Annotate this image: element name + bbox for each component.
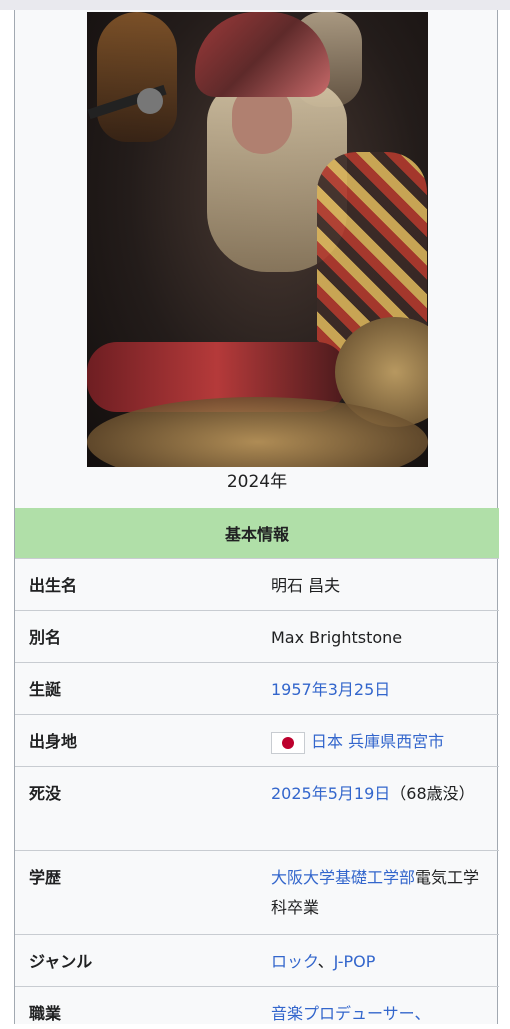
row-label: 生誕 bbox=[29, 680, 62, 699]
infobox: 2024年 基本情報 出生名 明石 昌夫 別名 Max Brightstone … bbox=[14, 10, 499, 1026]
occupation-link[interactable]: 音楽プロデューサー、 bbox=[271, 1004, 431, 1023]
genre-jpop-link[interactable]: J-POP bbox=[334, 952, 376, 971]
birth-date-link[interactable]: 1957年3月25日 bbox=[271, 675, 481, 705]
age-text: （68歳没） bbox=[390, 784, 475, 803]
row-value: 日本 兵庫県西宮市 bbox=[271, 727, 481, 757]
genre-rock-link[interactable]: ロック bbox=[271, 952, 318, 971]
japan-flag-icon bbox=[271, 731, 305, 754]
row-label: 死没 bbox=[29, 784, 62, 803]
row-value: 明石 昌夫 bbox=[271, 576, 341, 595]
row-died: 死没 2025年5月19日（68歳没） bbox=[15, 766, 499, 850]
row-genre: ジャンル ロック、J-POP bbox=[15, 934, 499, 986]
genre-separator: 、 bbox=[317, 952, 334, 971]
row-birth-name: 出生名 明石 昌夫 bbox=[15, 558, 499, 610]
photo-caption: 2024年 bbox=[226, 472, 288, 492]
row-label: 出生名 bbox=[29, 576, 78, 595]
place-link[interactable]: 兵庫県西宮市 bbox=[348, 732, 444, 751]
row-label: 学歴 bbox=[29, 868, 62, 887]
row-born: 生誕 1957年3月25日 bbox=[15, 662, 499, 714]
row-birthplace: 出身地 日本 兵庫県西宮市 bbox=[15, 714, 499, 766]
row-value: 大阪大学基礎工学部電気工学科卒業 bbox=[271, 863, 481, 923]
row-education: 学歴 大阪大学基礎工学部電気工学科卒業 bbox=[15, 850, 499, 934]
infobox-header: 基本情報 bbox=[15, 508, 499, 558]
top-strip bbox=[0, 0, 510, 10]
row-label: ジャンル bbox=[29, 952, 93, 971]
row-value: Max Brightstone bbox=[271, 628, 403, 647]
row-value: 音楽プロデューサー、 bbox=[271, 999, 481, 1029]
row-label: 出身地 bbox=[29, 732, 78, 751]
school-link[interactable]: 大阪大学基礎工学部 bbox=[271, 868, 415, 887]
row-label: 別名 bbox=[29, 628, 62, 647]
background-guitar bbox=[97, 12, 177, 142]
death-date-link[interactable]: 2025年5月19日 bbox=[271, 784, 390, 803]
microphone-head bbox=[137, 88, 163, 114]
row-alias: 別名 Max Brightstone bbox=[15, 610, 499, 662]
row-occupation: 職業 音楽プロデューサー、 bbox=[15, 986, 499, 1026]
row-value: ロック、J-POP bbox=[271, 947, 481, 977]
country-link[interactable]: 日本 bbox=[311, 732, 343, 751]
artist-photo[interactable] bbox=[87, 12, 428, 467]
row-value: 2025年5月19日（68歳没） bbox=[271, 779, 481, 809]
row-label: 職業 bbox=[29, 1004, 62, 1023]
